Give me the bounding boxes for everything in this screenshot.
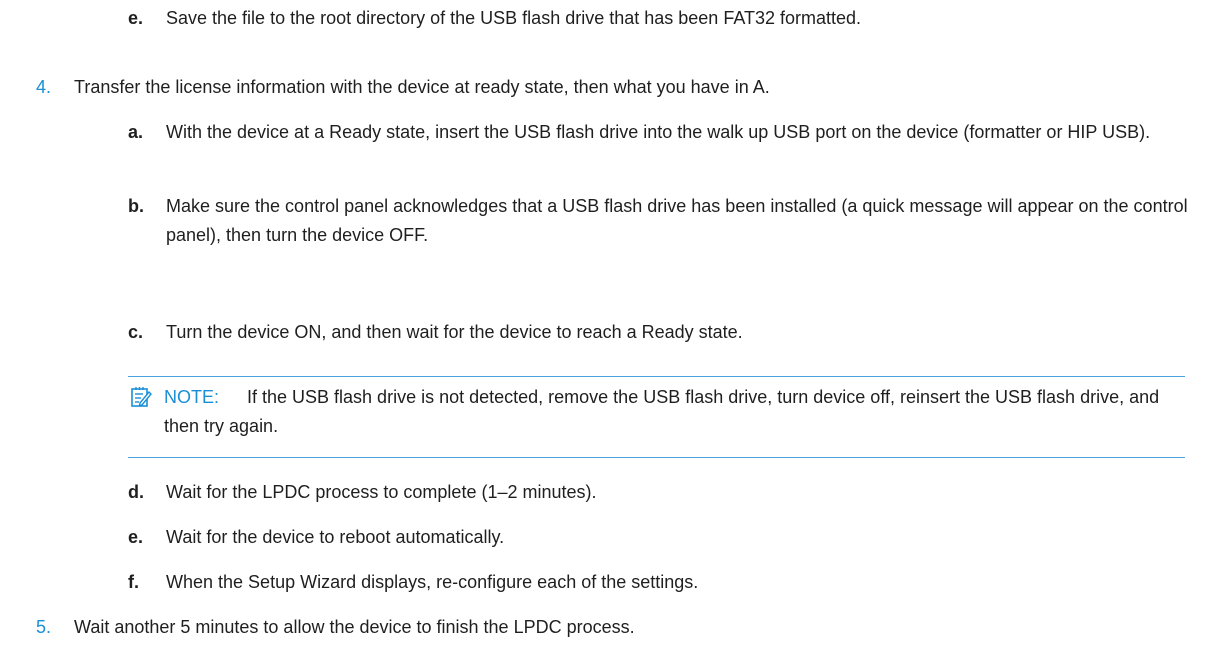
document-page: e. Save the file to the root directory o… xyxy=(0,0,1215,645)
substep-b: b. Make sure the control panel acknowled… xyxy=(92,192,1188,250)
substep-a: a. With the device at a Ready state, ins… xyxy=(92,118,1187,147)
substep-e-save: e. Save the file to the root directory o… xyxy=(128,4,1188,32)
substep-text: Wait for the device to reboot automatica… xyxy=(166,527,505,547)
substep-text: Wait for the LPDC process to complete (1… xyxy=(166,482,597,502)
step-4: 4. Transfer the license information with… xyxy=(36,73,1186,101)
substep-marker: a. xyxy=(128,122,144,142)
step-number: 4. xyxy=(36,77,52,97)
substep-e-reboot: e. Wait for the device to reboot automat… xyxy=(128,523,1188,551)
note-text: If the USB flash drive is not detected, … xyxy=(164,387,1160,436)
substep-marker: b. xyxy=(128,196,144,216)
step-text: Wait another 5 minutes to allow the devi… xyxy=(74,617,635,637)
substep-text: When the Setup Wizard displays, re-confi… xyxy=(166,572,699,592)
note-icon xyxy=(130,386,152,408)
substep-text: Turn the device ON, and then wait for th… xyxy=(166,322,743,342)
substep-marker: c. xyxy=(128,322,144,342)
step-number: 5. xyxy=(36,617,52,637)
step-5: 5. Wait another 5 minutes to allow the d… xyxy=(36,613,1186,641)
substep-f: f. When the Setup Wizard displays, re-co… xyxy=(128,568,1188,596)
substep-marker: d. xyxy=(128,482,144,502)
substep-text: With the device at a Ready state, insert… xyxy=(166,122,1151,142)
substep-text: Save the file to the root directory of t… xyxy=(166,8,862,28)
substep-c: c. Turn the device ON, and then wait for… xyxy=(128,318,1188,346)
note-callout: NOTE: If the USB flash drive is not dete… xyxy=(128,376,1185,458)
substep-marker: e. xyxy=(128,8,144,28)
substep-d: d. Wait for the LPDC process to complete… xyxy=(128,478,1188,506)
step-text: Transfer the license information with th… xyxy=(74,77,770,97)
substep-text: Make sure the control panel acknowledges… xyxy=(166,196,1188,245)
substep-marker: f. xyxy=(128,572,139,592)
substep-marker: e. xyxy=(128,527,144,547)
